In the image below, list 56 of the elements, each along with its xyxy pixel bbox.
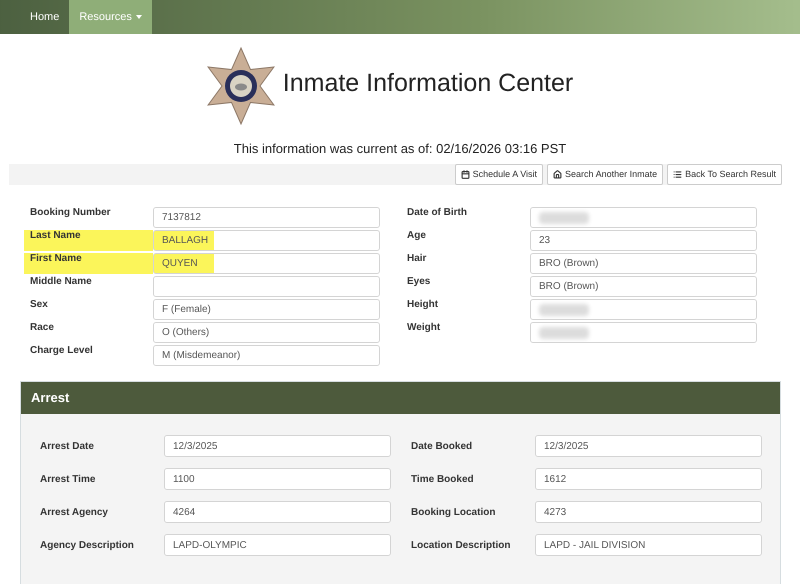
field-label: Agency Description	[40, 538, 135, 552]
text-field[interactable]: O (Others)	[153, 322, 380, 343]
panel-title: Arrest	[31, 389, 70, 408]
toolbar-button[interactable]: Schedule A Visit	[454, 164, 544, 185]
field-label: Sex	[30, 299, 48, 310]
text-field[interactable]: LAPD-OLYMPIC	[164, 534, 391, 556]
field-label: Last Name	[30, 230, 81, 241]
text-field[interactable]: 7137812	[153, 207, 380, 228]
toolbar-button[interactable]: Back To Search Result	[667, 164, 782, 185]
field-label: Age	[407, 230, 426, 241]
text-field[interactable]: 12/3/2025	[164, 435, 391, 457]
field-label: Middle Name	[30, 276, 92, 287]
field-label: Arrest Time	[40, 472, 96, 486]
text-field[interactable]: 1612	[535, 468, 762, 490]
nav-tab[interactable]: Home	[20, 0, 70, 34]
home-icon	[553, 170, 562, 179]
text-field[interactable]: 1100	[164, 468, 391, 490]
calendar-icon	[460, 170, 470, 179]
field-label: Time Booked	[411, 472, 475, 486]
text-field[interactable]: 4264	[164, 501, 391, 523]
blurred-value	[539, 304, 589, 316]
text-field[interactable]: F (Female)	[153, 299, 380, 320]
field-label: Booking Location	[411, 506, 496, 520]
text-field[interactable]: LAPD - JAIL DIVISION	[535, 534, 762, 556]
field-label: Charge Level	[30, 345, 93, 356]
text-field[interactable]: 23	[530, 230, 757, 251]
text-field[interactable]	[530, 207, 757, 228]
field-label: Date Booked	[411, 440, 474, 454]
field-label: Race	[30, 322, 54, 333]
text-field[interactable]: BALLAGH	[153, 230, 380, 251]
toolbar-button[interactable]: Search Another Inmate	[547, 164, 664, 185]
field-label: Arrest Agency	[40, 506, 109, 520]
page-title: Inmate Information Center	[282, 68, 574, 100]
text-field[interactable]	[530, 322, 757, 343]
text-field[interactable]: BRO (Brown)	[530, 253, 757, 274]
text-field[interactable]: 12/3/2025	[535, 435, 762, 457]
field-label: Hair	[407, 253, 426, 264]
text-field[interactable]: M (Misdemeanor)	[153, 345, 380, 366]
field-label: Location Description	[411, 538, 512, 552]
field-label: First Name	[30, 253, 82, 264]
text-field[interactable]: QUYEN	[153, 253, 380, 274]
field-label: Eyes	[407, 276, 430, 287]
blurred-value	[539, 212, 589, 224]
text-field[interactable]	[153, 276, 380, 297]
blurred-value	[539, 326, 589, 338]
text-field[interactable]: 4273	[535, 501, 762, 523]
text-field[interactable]: BRO (Brown)	[530, 276, 757, 297]
field-label: Weight	[407, 322, 440, 333]
field-label: Date of Birth	[407, 207, 467, 218]
current-as-of-text: This information was current as of: 02/16/2026 03:16 PST	[234, 141, 566, 156]
list-icon	[673, 170, 682, 179]
field-label: Booking Number	[30, 207, 111, 218]
text-field[interactable]	[530, 299, 757, 320]
field-label: Height	[407, 299, 438, 310]
field-label: Arrest Date	[40, 440, 95, 454]
caret-icon	[136, 15, 142, 19]
